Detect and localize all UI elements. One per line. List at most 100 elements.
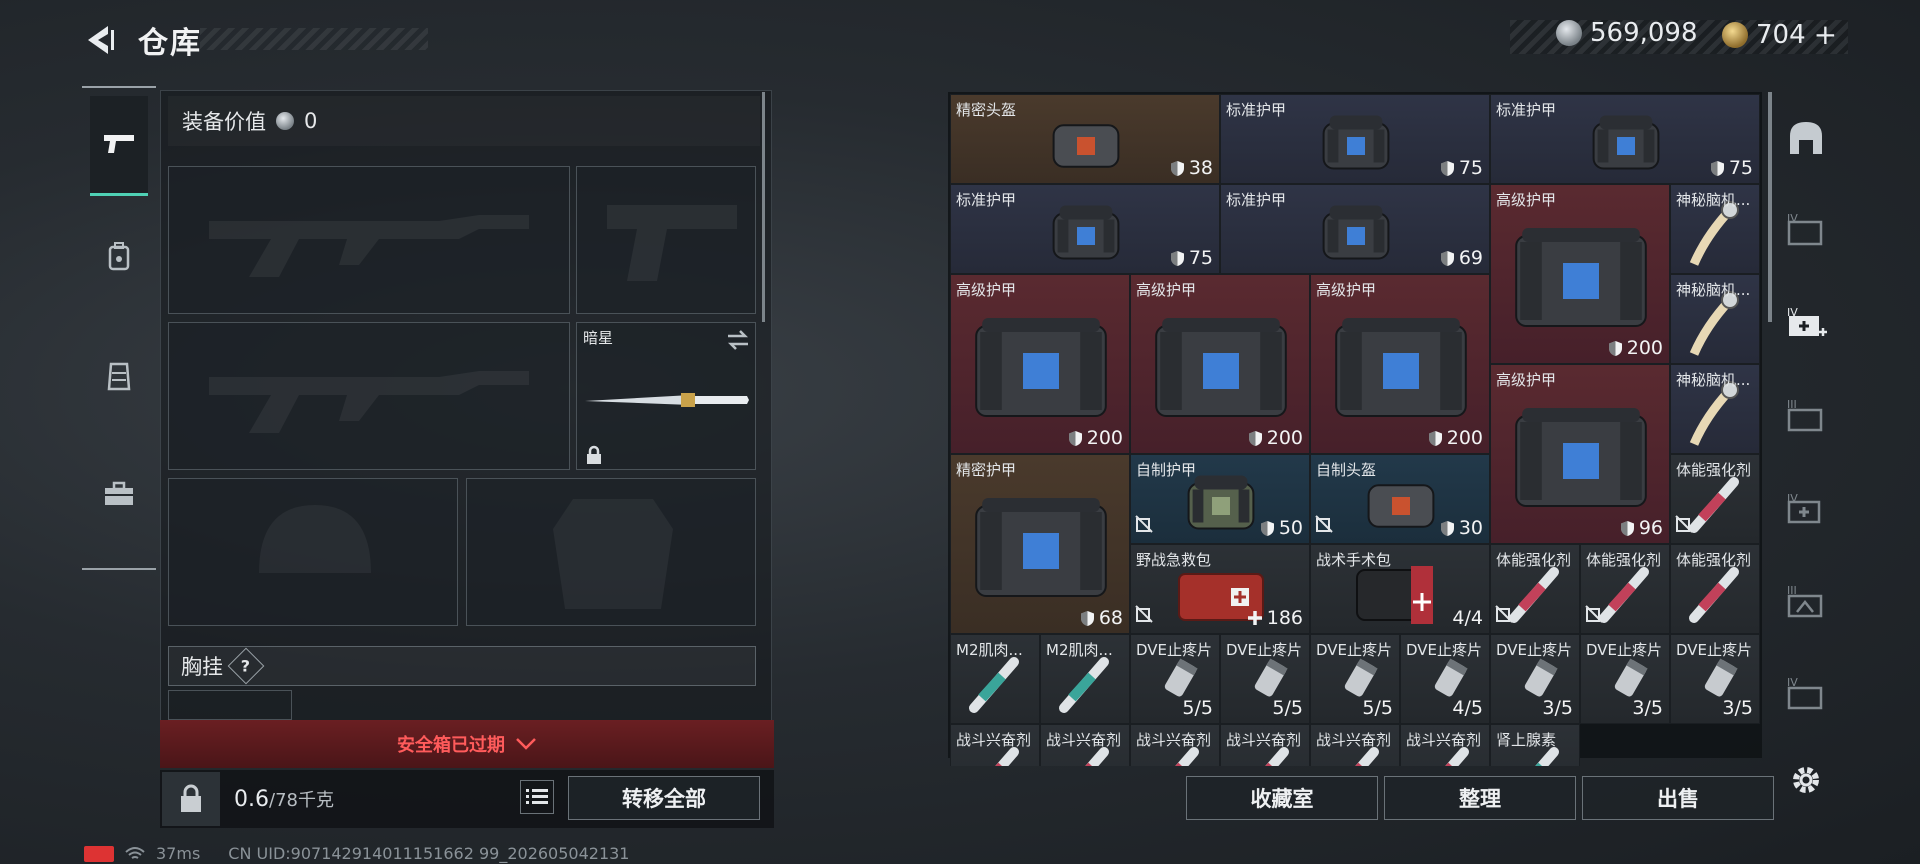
rail-storage-3a[interactable]: III bbox=[1784, 394, 1828, 438]
inventory-item[interactable]: M2肌肉... bbox=[1040, 634, 1130, 724]
no-drop-badge bbox=[1135, 605, 1153, 627]
inventory-grid: 精密头盔 38 标准护甲 75 标准护甲 75 标准护甲 75 标准护甲 69 bbox=[950, 94, 1760, 766]
inventory-item[interactable]: 精密头盔 38 bbox=[950, 94, 1220, 184]
item-name: DVE止疼片 bbox=[1586, 641, 1663, 659]
item-value: 50 bbox=[1260, 517, 1303, 539]
folder-icon: IV bbox=[1787, 212, 1823, 246]
inventory-item[interactable]: 自制护甲 50 bbox=[1130, 454, 1310, 544]
primary-weapon-slot-1[interactable] bbox=[168, 166, 570, 314]
inventory-item[interactable]: DVE止疼片 5/5 bbox=[1220, 634, 1310, 724]
loadout-scrollbar[interactable] bbox=[762, 92, 765, 322]
durability-shield-icon bbox=[1068, 430, 1082, 446]
inventory-item[interactable]: DVE止疼片 5/5 bbox=[1130, 634, 1220, 724]
item-name: 体能强化剂 bbox=[1676, 551, 1752, 569]
swap-icon[interactable] bbox=[725, 329, 751, 351]
secure-box-expired-banner[interactable]: 安全箱已过期 bbox=[160, 720, 774, 768]
item-value: 3/5 bbox=[1632, 697, 1663, 719]
settings-button[interactable] bbox=[1784, 758, 1828, 802]
item-value: 68 bbox=[1080, 607, 1123, 629]
inventory-item[interactable]: 高级护甲 200 bbox=[1490, 184, 1670, 364]
rail-storage-3b[interactable]: III bbox=[1784, 580, 1828, 624]
inventory-scrollbar[interactable] bbox=[1768, 92, 1772, 322]
inventory-item[interactable]: 标准护甲 75 bbox=[1220, 94, 1490, 184]
help-icon[interactable]: ? bbox=[227, 647, 265, 685]
item-value: 4/4 bbox=[1452, 607, 1483, 629]
inventory-item[interactable]: M2肌肉... bbox=[950, 634, 1040, 724]
melee-slot[interactable]: 暗星 bbox=[576, 322, 756, 470]
add-currency-icon[interactable]: + bbox=[1814, 18, 1837, 51]
item-name: 战术手术包 bbox=[1316, 551, 1392, 569]
currency-silver-amount: 569,098 bbox=[1590, 18, 1698, 48]
tab-weapons[interactable] bbox=[90, 96, 148, 196]
inventory-item[interactable]: 战斗兴奋剂 bbox=[1400, 724, 1490, 766]
inventory-item[interactable]: 高级护甲 200 bbox=[1130, 274, 1310, 454]
inventory-item[interactable]: 战斗兴奋剂 bbox=[1310, 724, 1400, 766]
item-name: DVE止疼片 bbox=[1406, 641, 1483, 659]
durability-shield-icon bbox=[1710, 160, 1724, 176]
heal-plus-icon bbox=[1247, 611, 1262, 625]
inventory-item[interactable]: 自制头盔 30 bbox=[1310, 454, 1490, 544]
rail-storage-4a[interactable]: IV bbox=[1784, 208, 1828, 252]
rail-storage-4c[interactable]: IV bbox=[1784, 488, 1828, 532]
inventory-item[interactable]: DVE止疼片 3/5 bbox=[1580, 634, 1670, 724]
list-view-button[interactable] bbox=[520, 780, 554, 814]
inventory-item[interactable]: 标准护甲 75 bbox=[1490, 94, 1760, 184]
inventory-item[interactable]: 体能强化剂 bbox=[1670, 454, 1760, 544]
item-value: 4/5 bbox=[1452, 697, 1483, 719]
inventory-item[interactable]: 高级护甲 200 bbox=[1310, 274, 1490, 454]
inventory-item[interactable]: 高级护甲 96 bbox=[1490, 364, 1670, 544]
helmet-slot[interactable] bbox=[168, 478, 458, 626]
inventory-item[interactable]: DVE止疼片 5/5 bbox=[1310, 634, 1400, 724]
inventory-item[interactable]: 标准护甲 75 bbox=[950, 184, 1220, 274]
inventory-item[interactable]: 野战急救包 186 bbox=[1130, 544, 1310, 634]
inventory-item[interactable]: 神秘脑机... bbox=[1670, 364, 1760, 454]
inventory-item[interactable]: 体能强化剂 bbox=[1580, 544, 1670, 634]
tab-backpack[interactable] bbox=[90, 206, 148, 306]
inventory-item[interactable]: 战斗兴奋剂 bbox=[950, 724, 1040, 766]
inventory-item[interactable]: 肾上腺素 bbox=[1490, 724, 1580, 766]
inventory-item[interactable]: 标准护甲 69 bbox=[1220, 184, 1490, 274]
no-drop-badge bbox=[1585, 605, 1603, 627]
rail-stash[interactable] bbox=[1784, 116, 1828, 160]
chest-rig-row[interactable]: 胸挂 ? bbox=[168, 646, 756, 686]
inventory-item[interactable]: 战斗兴奋剂 bbox=[1220, 724, 1310, 766]
briefcase-icon bbox=[105, 481, 133, 505]
vest-icon bbox=[107, 362, 131, 391]
armor-slot[interactable] bbox=[466, 478, 756, 626]
item-name: 高级护甲 bbox=[1496, 191, 1557, 209]
add-storage-icon: IV bbox=[1787, 306, 1827, 336]
item-name: 标准护甲 bbox=[1226, 191, 1287, 209]
inventory-item[interactable]: 体能强化剂 bbox=[1490, 544, 1580, 634]
inventory-item[interactable]: 神秘脑机... bbox=[1670, 184, 1760, 274]
tab-vest[interactable] bbox=[90, 326, 148, 426]
transfer-all-button[interactable]: 转移全部 bbox=[568, 776, 760, 820]
primary-weapon-slot-2[interactable] bbox=[168, 322, 570, 470]
inventory-item[interactable]: 战术手术包 4/4 bbox=[1310, 544, 1490, 634]
item-name: DVE止疼片 bbox=[1316, 641, 1393, 659]
sell-button[interactable]: 出售 bbox=[1582, 776, 1774, 820]
chest-rig-slot[interactable] bbox=[168, 690, 292, 720]
back-button[interactable] bbox=[80, 20, 120, 60]
rail-storage-4b[interactable]: IV bbox=[1784, 302, 1828, 346]
inventory-item[interactable]: 体能强化剂 bbox=[1670, 544, 1760, 634]
item-value: 30 bbox=[1440, 517, 1483, 539]
inventory-item[interactable]: DVE止疼片 3/5 bbox=[1490, 634, 1580, 724]
inventory-item[interactable]: DVE止疼片 3/5 bbox=[1670, 634, 1760, 724]
sidearm-slot[interactable] bbox=[576, 166, 756, 314]
inventory-item[interactable]: 战斗兴奋剂 bbox=[1130, 724, 1220, 766]
inventory-item[interactable]: DVE止疼片 4/5 bbox=[1400, 634, 1490, 724]
tab-case[interactable] bbox=[90, 444, 148, 544]
inventory-item[interactable]: 精密护甲 68 bbox=[950, 454, 1130, 634]
durability-shield-icon bbox=[1608, 340, 1622, 356]
inventory-item[interactable]: 战斗兴奋剂 bbox=[1040, 724, 1130, 766]
rail-storage-4d[interactable]: IV bbox=[1784, 672, 1828, 716]
collection-room-button[interactable]: 收藏室 bbox=[1186, 776, 1378, 820]
equipment-value: 0 bbox=[304, 109, 318, 133]
currency-gold[interactable]: 704 + bbox=[1722, 18, 1837, 51]
weight-current: 0.6 bbox=[234, 787, 269, 812]
no-drop-badge bbox=[1315, 515, 1333, 537]
inventory-item[interactable]: 高级护甲 200 bbox=[950, 274, 1130, 454]
sort-button[interactable]: 整理 bbox=[1384, 776, 1576, 820]
weight-lock-button[interactable] bbox=[162, 772, 220, 826]
inventory-item[interactable]: 神秘脑机... bbox=[1670, 274, 1760, 364]
